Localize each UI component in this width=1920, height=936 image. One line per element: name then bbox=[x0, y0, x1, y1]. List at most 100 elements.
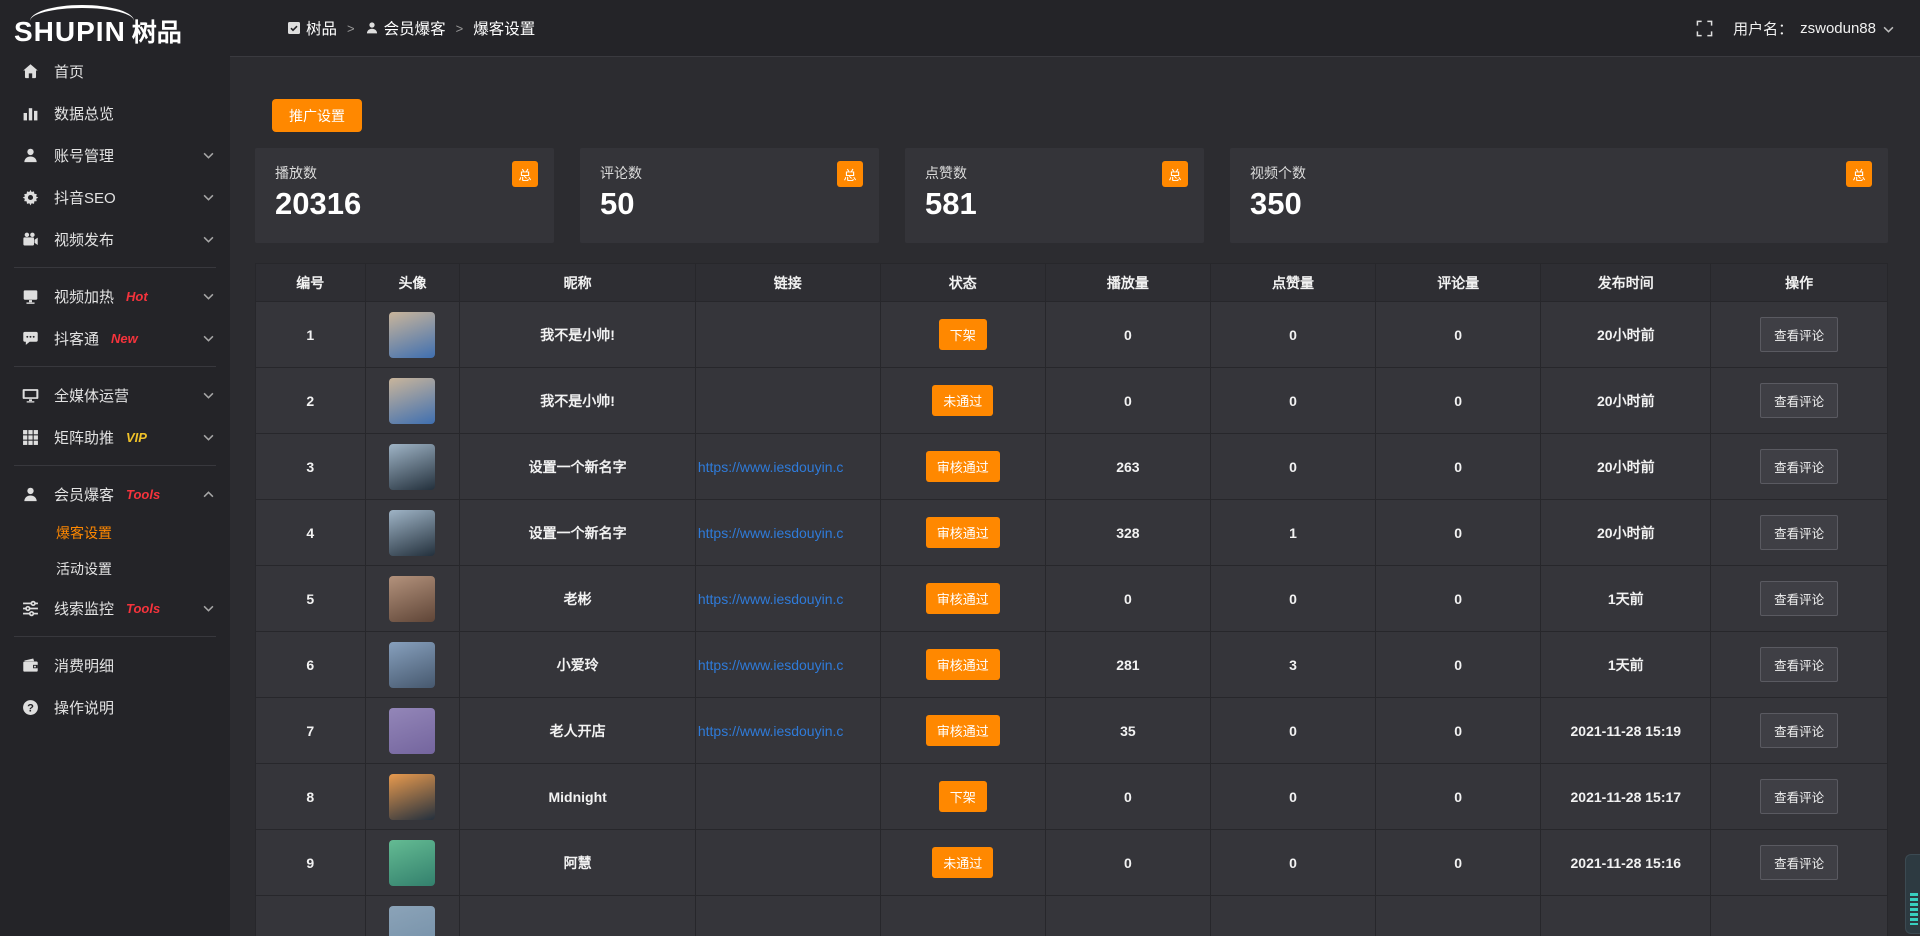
cell-status: 审核通过 bbox=[880, 566, 1045, 632]
sidebar-item-label: 会员爆客 bbox=[54, 484, 114, 505]
sidebar-item-matrix[interactable]: 矩阵助推VIP bbox=[0, 416, 230, 458]
cell-id: 2 bbox=[256, 368, 366, 434]
sidebar-item-member[interactable]: 会员爆客Tools bbox=[0, 473, 230, 515]
sidebar-item-heat[interactable]: 视频加热Hot bbox=[0, 275, 230, 317]
sidebar-item-badge: Hot bbox=[126, 289, 148, 304]
topbar-right: 用户名：zswodun88 bbox=[1696, 18, 1894, 39]
cell-avatar bbox=[365, 698, 460, 764]
sidebar-item-media[interactable]: 全媒体运营 bbox=[0, 374, 230, 416]
logo-arc bbox=[30, 5, 134, 21]
cell-action: 查看评论 bbox=[1711, 632, 1888, 698]
cell-comments: 0 bbox=[1376, 302, 1541, 368]
cell-plays: 0 bbox=[1045, 302, 1210, 368]
breadcrumb-item[interactable]: 树品 bbox=[287, 17, 337, 39]
sidebar-item-clues[interactable]: 线索监控Tools bbox=[0, 587, 230, 629]
main: 树品>会员爆客>爆客设置 用户名：zswodun88 推广设置 播放数20316… bbox=[230, 0, 1920, 936]
sidebar-subitem-baoke-settings[interactable]: 爆客设置 bbox=[0, 515, 230, 551]
cell-comments: 0 bbox=[1376, 566, 1541, 632]
view-comments-button[interactable]: 查看评论 bbox=[1760, 383, 1838, 418]
view-comments-button[interactable]: 查看评论 bbox=[1760, 449, 1838, 484]
status-badge[interactable]: 下架 bbox=[939, 319, 987, 350]
sidebar-item-publish[interactable]: 视频发布 bbox=[0, 218, 230, 260]
status-badge[interactable]: 审核通过 bbox=[926, 649, 1000, 680]
sidebar-item-expense[interactable]: 消费明细 bbox=[0, 644, 230, 686]
view-comments-button[interactable]: 查看评论 bbox=[1760, 713, 1838, 748]
cell-id: 4 bbox=[256, 500, 366, 566]
breadcrumb-label: 会员爆客 bbox=[384, 17, 446, 39]
cell-plays: 0 bbox=[1045, 764, 1210, 830]
status-badge[interactable]: 未通过 bbox=[932, 847, 993, 878]
status-badge[interactable]: 下架 bbox=[939, 781, 987, 812]
sidebar-item-home[interactable]: 首页 bbox=[0, 50, 230, 92]
promote-settings-button[interactable]: 推广设置 bbox=[272, 99, 362, 132]
table-row: 5老彬https://www.iesdouyin.c审核通过0001天前查看评论 bbox=[256, 566, 1888, 632]
view-comments-button[interactable]: 查看评论 bbox=[1760, 581, 1838, 616]
breadcrumb-item[interactable]: 爆客设置 bbox=[473, 17, 535, 39]
user-icon bbox=[365, 21, 379, 35]
sidebar-item-guide[interactable]: ?操作说明 bbox=[0, 686, 230, 728]
cell-nickname: 阿慧 bbox=[460, 830, 695, 896]
avatar bbox=[389, 444, 435, 490]
cell-likes: 0 bbox=[1210, 434, 1375, 500]
sidebar-item-label: 消费明细 bbox=[54, 655, 114, 676]
sidebar-item-account[interactable]: 账号管理 bbox=[0, 134, 230, 176]
sidebar-item-badge: New bbox=[111, 331, 138, 346]
status-badge[interactable]: 审核通过 bbox=[926, 517, 1000, 548]
view-comments-button[interactable]: 查看评论 bbox=[1760, 317, 1838, 352]
cell-likes: 1 bbox=[1210, 500, 1375, 566]
cell-nickname: 小爱玲 bbox=[460, 632, 695, 698]
view-comments-button[interactable]: 查看评论 bbox=[1760, 845, 1838, 880]
user-icon bbox=[22, 486, 39, 503]
cell-status: 审核通过 bbox=[880, 500, 1045, 566]
sidebar-item-seo[interactable]: 抖音SEO bbox=[0, 176, 230, 218]
video-link[interactable]: https://www.iesdouyin.c bbox=[698, 723, 844, 739]
status-badge[interactable]: 未通过 bbox=[932, 385, 993, 416]
cell-publish-time: 20小时前 bbox=[1541, 500, 1711, 566]
video-link[interactable]: https://www.iesdouyin.c bbox=[698, 657, 844, 673]
video-link[interactable]: https://www.iesdouyin.c bbox=[698, 525, 844, 541]
cell-id bbox=[256, 896, 366, 936]
table-row: 4设置一个新名字https://www.iesdouyin.c审核通过32810… bbox=[256, 500, 1888, 566]
sidebar-item-douketong[interactable]: 抖客通New bbox=[0, 317, 230, 359]
wallet-icon bbox=[22, 657, 39, 674]
cell-action: 查看评论 bbox=[1711, 434, 1888, 500]
sidebar-subitem-activity-settings[interactable]: 活动设置 bbox=[0, 551, 230, 587]
cell-nickname: 我不是小帅! bbox=[460, 368, 695, 434]
cell-link: https://www.iesdouyin.c bbox=[695, 500, 880, 566]
status-badge[interactable]: 审核通过 bbox=[926, 583, 1000, 614]
sidebar-item-label: 抖音SEO bbox=[54, 187, 116, 208]
column-header: 状态 bbox=[880, 264, 1045, 302]
table-row: 3设置一个新名字https://www.iesdouyin.c审核通过26300… bbox=[256, 434, 1888, 500]
view-comments-button[interactable]: 查看评论 bbox=[1760, 779, 1838, 814]
status-badge[interactable]: 审核通过 bbox=[926, 715, 1000, 746]
cell bbox=[1210, 896, 1375, 936]
stat-cards: 播放数20316总评论数50总点赞数581总视频个数350总 bbox=[255, 148, 1888, 243]
monitor-icon bbox=[22, 387, 39, 404]
stat-card-badge: 总 bbox=[1846, 161, 1872, 187]
grid-icon bbox=[22, 429, 39, 446]
sidebar-item-label: 线索监控 bbox=[54, 598, 114, 619]
cell-action: 查看评论 bbox=[1711, 764, 1888, 830]
user-menu[interactable]: 用户名：zswodun88 bbox=[1733, 18, 1894, 39]
view-comments-button[interactable]: 查看评论 bbox=[1760, 647, 1838, 682]
video-link[interactable]: https://www.iesdouyin.c bbox=[698, 459, 844, 475]
status-badge[interactable]: 审核通过 bbox=[926, 451, 1000, 482]
sidebar-nav: 首页数据总览账号管理抖音SEO 视频发布视频加热Hot抖客通New 全媒体运营矩阵助… bbox=[0, 50, 230, 728]
cell-action: 查看评论 bbox=[1711, 500, 1888, 566]
cell-comments: 0 bbox=[1376, 434, 1541, 500]
column-header: 编号 bbox=[256, 264, 366, 302]
fullscreen-icon[interactable] bbox=[1696, 20, 1713, 37]
video-link[interactable]: https://www.iesdouyin.c bbox=[698, 591, 844, 607]
stat-card: 点赞数581总 bbox=[905, 148, 1204, 243]
cell-status: 未通过 bbox=[880, 830, 1045, 896]
cell-avatar bbox=[365, 830, 460, 896]
stat-card-badge: 总 bbox=[1162, 161, 1188, 187]
cell-avatar bbox=[365, 500, 460, 566]
sidebar-item-overview[interactable]: 数据总览 bbox=[0, 92, 230, 134]
sidebar-item-label: 数据总览 bbox=[54, 103, 114, 124]
floating-widget[interactable] bbox=[1905, 854, 1920, 934]
view-comments-button[interactable]: 查看评论 bbox=[1760, 515, 1838, 550]
stat-card-label: 播放数 bbox=[275, 163, 534, 183]
breadcrumb-item[interactable]: 会员爆客 bbox=[365, 17, 446, 39]
cell-comments: 0 bbox=[1376, 500, 1541, 566]
